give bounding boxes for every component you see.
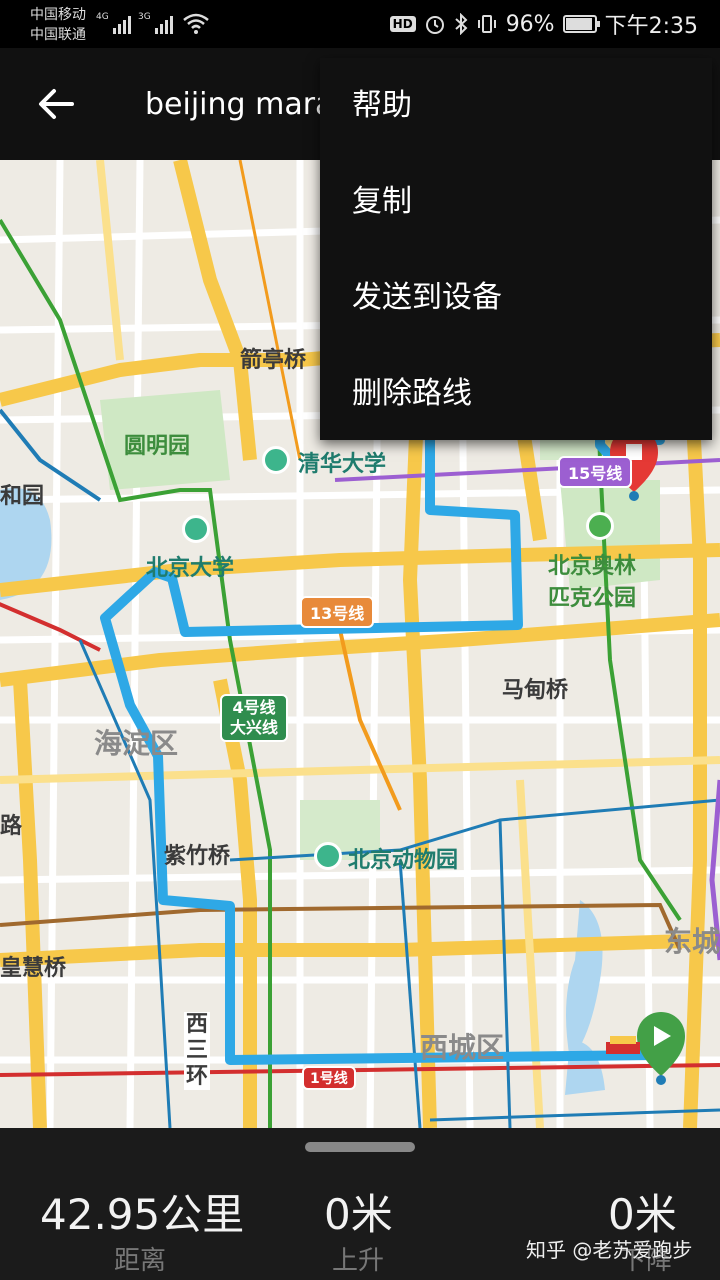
bluetooth-icon xyxy=(455,13,468,35)
tiananmen-roof-icon xyxy=(610,1036,636,1044)
stats-panel: 42.95公里 距离 0米 上升 0米 下降 知乎 @老苏爱跑步 xyxy=(0,1128,720,1280)
status-bar: 中国移动 中国联通 4G 3G HD 96% 下午2:35 xyxy=(0,0,720,48)
battery-icon xyxy=(562,15,600,33)
subway-badge-4-line: 4号线 xyxy=(232,698,276,717)
map-label-haidian: 海淀区 xyxy=(94,727,179,760)
map-label-olympic-1: 北京奥林 xyxy=(548,554,637,579)
carrier-names: 中国移动 中国联通 xyxy=(30,5,86,45)
route-title: beijing mara xyxy=(145,87,334,122)
carrier-2: 中国联通 xyxy=(30,27,86,43)
wifi-icon xyxy=(183,13,209,34)
map-label-zoo: 北京动物园 xyxy=(348,848,459,873)
map-label-yuanming: 圆明园 xyxy=(124,434,191,459)
map-label-xisanhuan: 西 三 环 xyxy=(184,1012,211,1090)
map-label-lu: 路 xyxy=(0,814,23,839)
map-label-xisanhuan-2: 三 xyxy=(186,1038,209,1063)
university-icon-pku xyxy=(182,515,210,543)
battery-percent: 96% xyxy=(505,11,555,37)
clock: 下午2:35 xyxy=(604,14,698,39)
ascent-label: 上升 xyxy=(332,1246,385,1276)
carrier-1: 中国移动 xyxy=(30,7,86,23)
menu-item-help[interactable]: 帮助 xyxy=(320,58,712,154)
route-start-marker-icon[interactable] xyxy=(637,1012,685,1085)
ascent-value: 0米 xyxy=(324,1190,393,1239)
menu-item-delete-route[interactable]: 删除路线 xyxy=(320,346,712,442)
subway-line-1 xyxy=(0,1063,720,1077)
university-icon xyxy=(262,446,290,474)
vibrate-icon xyxy=(477,15,496,33)
signal-4g-icon: 4G xyxy=(96,12,131,34)
net-type-2: 3G xyxy=(138,12,151,22)
subway-line-2 xyxy=(429,1108,720,1122)
back-arrow-icon[interactable] xyxy=(36,84,76,124)
map-label-madian: 马甸桥 xyxy=(502,678,569,703)
hd-icon: HD xyxy=(389,16,416,32)
subway-badge-13: 13号线 xyxy=(300,596,375,628)
menu-item-copy[interactable]: 复制 xyxy=(320,154,712,250)
drag-handle[interactable] xyxy=(305,1142,415,1152)
map-label-zizhu: 紫竹桥 xyxy=(164,844,231,869)
map-label-dongcheng: 东城 xyxy=(664,925,720,958)
map-label-heyuan: 和园 xyxy=(0,484,45,509)
subway-line-10-west xyxy=(78,639,172,1128)
net-type-1: 4G xyxy=(96,12,109,22)
watermark-text: 知乎 @老苏爱跑步 xyxy=(526,1238,693,1262)
distance-label: 距离 xyxy=(114,1246,167,1276)
subway-badge-1: 1号线 xyxy=(302,1066,356,1090)
zoo-icon xyxy=(314,842,342,870)
alarm-icon xyxy=(425,16,444,34)
map-label-olympic-2: 匹克公园 xyxy=(548,586,637,611)
map-label-tsinghua: 清华大学 xyxy=(298,452,387,477)
status-right: HD 96% 下午2:35 xyxy=(389,10,698,39)
menu-item-send-to-device[interactable]: 发送到设备 xyxy=(320,250,712,346)
subway-badge-4: 4号线 大兴线 xyxy=(220,694,289,742)
map-label-pku: 北京大学 xyxy=(146,556,235,581)
signal-3g-icon: 3G xyxy=(138,12,173,34)
descent-value: 0米 xyxy=(608,1190,677,1239)
map-label-xisanhuan-3: 环 xyxy=(186,1064,209,1089)
subway-line-blue-south xyxy=(498,819,512,1128)
distance-value: 42.95公里 xyxy=(40,1190,245,1239)
map-label-huilu: 皇慧桥 xyxy=(0,956,67,981)
lake-shichahai xyxy=(566,900,603,1060)
tree-icon xyxy=(586,512,614,540)
map-label-xisanhuan-1: 西 xyxy=(186,1012,209,1037)
subway-badge-15: 15号线 xyxy=(558,456,633,488)
subway-badge-4-daxing: 大兴线 xyxy=(230,718,279,737)
map-label-jianting: 箭亭桥 xyxy=(240,348,307,373)
overflow-menu: 帮助 复制 发送到设备 删除路线 xyxy=(320,58,712,440)
map-label-xicheng: 西城区 xyxy=(420,1031,505,1064)
